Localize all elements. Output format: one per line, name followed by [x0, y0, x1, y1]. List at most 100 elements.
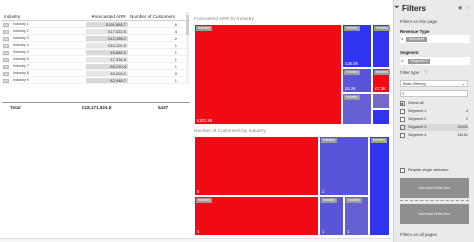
require-single-label: Require single selection [408, 168, 449, 172]
row-industry: Industry 9 [13, 78, 29, 82]
row-industry: Industry 4 [13, 43, 29, 47]
require-single-checkbox[interactable] [400, 168, 405, 173]
row-industry: Industry 8 [13, 71, 29, 75]
is-label: is [401, 36, 404, 41]
segment-checkbox[interactable] [400, 117, 405, 122]
table-row[interactable]: Industry 9 £2,948.7 1 [2, 77, 190, 84]
total-label: Total [10, 104, 21, 110]
segment-title[interactable]: Segment [400, 50, 419, 55]
segment-checkbox[interactable] [400, 133, 405, 138]
treemap-arr-tile[interactable] [372, 109, 390, 125]
funnel-icon: ⏷ [394, 4, 400, 11]
treemap-customers-tile[interactable]: Industry 1 [344, 196, 369, 236]
filters-title: Filters [402, 4, 427, 13]
select-all-option[interactable]: ■ Select all [400, 100, 468, 107]
tile-label: Industry [344, 26, 361, 31]
segment-option[interactable]: Segment 1 4 [400, 108, 468, 115]
table-row[interactable]: Industry 4 £10,101.9 1 [2, 42, 190, 49]
revenue-type-title[interactable]: Revenue Type [400, 29, 429, 34]
table-body: Industry 1 £191,864.7 6 Industry 2 £17,322.5… [2, 21, 190, 84]
total-arr: £18,171,924.8 [82, 104, 112, 110]
treemap-arr-tile[interactable]: Industry £6.2K [342, 68, 372, 93]
segment-checkbox[interactable] [400, 109, 405, 114]
filter-type-value: Basic filtering [403, 82, 426, 86]
segment-count: 16151 [457, 133, 468, 137]
row-icon [3, 36, 9, 41]
table-spacer [2, 84, 190, 102]
row-arr: £2,948.7 [110, 78, 126, 83]
total-customers: 5437 [158, 104, 169, 110]
treemap-arr-tile[interactable]: Industry £35.0K [342, 24, 372, 68]
add-data-fields-drop-2[interactable]: Add data fields here [400, 204, 469, 224]
divider [400, 200, 469, 201]
eye-icon[interactable]: ◉ [458, 5, 462, 11]
segment-card[interactable]: is Segment 3 [400, 57, 470, 65]
row-customers: 0 [174, 71, 177, 76]
table-row[interactable]: Industry 6 £7,334.8 1 [2, 56, 190, 63]
industry-table[interactable]: Industry Forecasted ARR Number of Custom… [2, 12, 190, 110]
header-forecasted-arr[interactable]: Forecasted ARR [92, 14, 126, 19]
treemap-arr-tile[interactable]: Industry [342, 93, 372, 125]
table-scrollbar[interactable] [186, 12, 189, 84]
segment-count: 49920 [457, 125, 468, 129]
treemap-arr-tile[interactable]: Industry [372, 24, 391, 68]
segment-value: Segment 3 [408, 58, 431, 64]
segment-option[interactable]: ✓ Segment 3 49920 [400, 124, 468, 131]
tile-value: 6 [197, 189, 200, 194]
tile-label: Industry [374, 70, 391, 75]
tile-label: Industry [344, 70, 361, 75]
treemap-customers-tile[interactable]: Industry 4 [194, 196, 319, 236]
row-icon [3, 43, 9, 48]
treemap-customers-tile[interactable]: Industry 2 [319, 136, 369, 196]
treemap-arr[interactable]: Industry £101.9K Industry £35.0K Industr… [194, 24, 391, 125]
segment-label: Segment 2 [408, 117, 427, 121]
header-industry[interactable]: Industry [4, 14, 20, 19]
table-row[interactable]: Industry 8 £5,003.2 0 [2, 70, 190, 77]
treemap-customers-tile[interactable]: Industry 1 [319, 196, 344, 236]
row-arr: £6,210.4 [110, 64, 126, 69]
row-customers: 1 [174, 43, 177, 48]
treemap-arr-tile[interactable] [372, 93, 390, 109]
select-all-checkbox[interactable]: ■ [400, 101, 405, 106]
add-data-fields-drop-1[interactable]: Add data fields here [400, 178, 469, 198]
row-icon [3, 57, 9, 62]
segment-option[interactable]: Segment 2 2 [400, 116, 468, 123]
row-icon [3, 29, 9, 34]
segment-label: Segment 4 [408, 133, 427, 137]
table-row[interactable]: Industry 7 £6,210.4 1 [2, 63, 190, 70]
row-icon [3, 78, 9, 83]
require-single-option[interactable]: Require single selection [400, 167, 468, 174]
report-canvas: Industry Forecasted ARR Number of Custom… [0, 0, 474, 242]
sort-descending-icon[interactable]: ▾ [92, 14, 94, 19]
row-arr: £191,864.7 [105, 22, 126, 27]
scrollbar-thumb[interactable] [186, 15, 189, 35]
row-icon [3, 64, 9, 69]
header-customers[interactable]: Number of Customers [130, 14, 175, 19]
table-row[interactable]: Industry 2 £17,322.5 4 [2, 28, 190, 35]
treemap-arr-tile[interactable]: Industry £7.3K [372, 68, 391, 93]
treemap-customers-tile[interactable]: Industry [369, 136, 390, 236]
table-row[interactable]: Industry 1 £191,864.7 6 [2, 21, 190, 28]
tile-value: 2 [322, 189, 325, 194]
treemap-arr-tile[interactable]: Industry £101.9K [194, 24, 342, 125]
segment-option[interactable]: Segment 4 16151 [400, 132, 468, 139]
row-customers: 1 [174, 57, 177, 62]
row-arr: £12,456.1 [108, 36, 126, 41]
row-industry: Industry 5 [13, 50, 29, 54]
treemap-customers-tile[interactable]: 6 [194, 136, 319, 196]
tile-value: 1 [322, 229, 325, 234]
is-label: is [401, 58, 404, 63]
revenue-type-card[interactable]: is Recurrent [400, 35, 470, 43]
segment-checkbox[interactable]: ✓ [400, 125, 405, 130]
tile-label: Industry [321, 138, 338, 143]
row-industry: Industry 7 [13, 64, 29, 68]
tile-value: £101.9K [197, 118, 213, 123]
treemap-customers[interactable]: 6 Industry 4 Industry 2 Industry Industr… [194, 136, 390, 236]
table-total-row: Total £18,171,924.8 5437 [2, 102, 190, 110]
filter-type-dropdown[interactable]: Basic filtering ⌄ [400, 80, 468, 87]
tile-label: Industry [371, 138, 388, 143]
table-row[interactable]: Industry 3 £12,456.1 2 [2, 35, 190, 42]
table-row[interactable]: Industry 5 £9,882.0 1 [2, 49, 190, 56]
filter-search-input[interactable]: ⌕ [400, 90, 468, 97]
chevron-right-icon[interactable]: › [467, 5, 469, 11]
